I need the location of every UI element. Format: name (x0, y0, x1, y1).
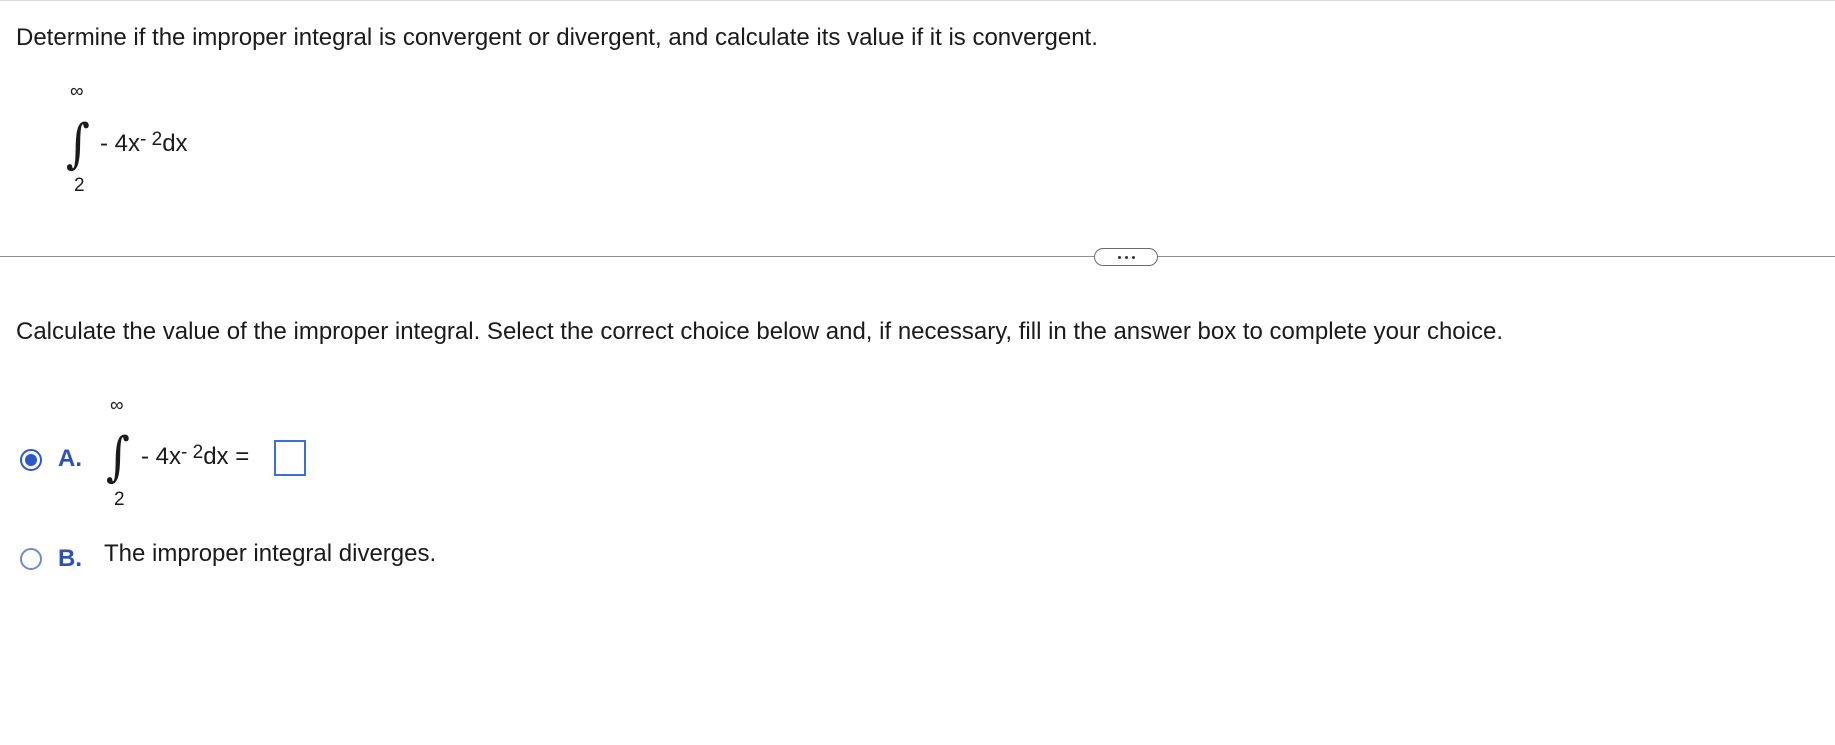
integral-lower-limit: 2 (74, 175, 85, 196)
integral-sign: ∫ (66, 111, 90, 175)
integral-upper-limit: ∞ (70, 81, 84, 102)
choice-b-text[interactable]: The improper integral diverges. (104, 540, 436, 568)
integral-lower-limit: 2 (114, 489, 125, 510)
answer-input-box[interactable] (274, 440, 306, 476)
choice-a-radio[interactable] (20, 449, 42, 471)
choice-b-radio[interactable] (20, 548, 42, 570)
integrand: - 4x- 2dx (100, 129, 188, 158)
integrand-exponent: - 2 (140, 129, 163, 150)
top-border (0, 0, 1835, 1)
choice-a-letter[interactable]: A. (58, 445, 82, 473)
integrand: - 4x- 2dx = (141, 442, 250, 471)
show-more-button[interactable] (1094, 248, 1158, 266)
ellipsis-icon (1117, 255, 1121, 259)
part-instruction: Calculate the value of the improper inte… (16, 318, 1503, 345)
choice-b-letter[interactable]: B. (58, 545, 82, 573)
ellipsis-dot (1131, 255, 1135, 259)
integral-sign: ∫ (106, 424, 130, 488)
integrand-term: - 4x (100, 130, 141, 157)
integrand-differential: dx (162, 130, 188, 157)
integrand-differential: dx = (203, 443, 250, 470)
section-divider (0, 256, 1835, 257)
integral-upper-limit: ∞ (110, 395, 124, 416)
integrand-exponent: - 2 (181, 442, 204, 463)
integrand-term: - 4x (141, 443, 182, 470)
ellipsis-dot (1124, 255, 1128, 259)
question-prompt: Determine if the improper integral is co… (16, 24, 1098, 51)
